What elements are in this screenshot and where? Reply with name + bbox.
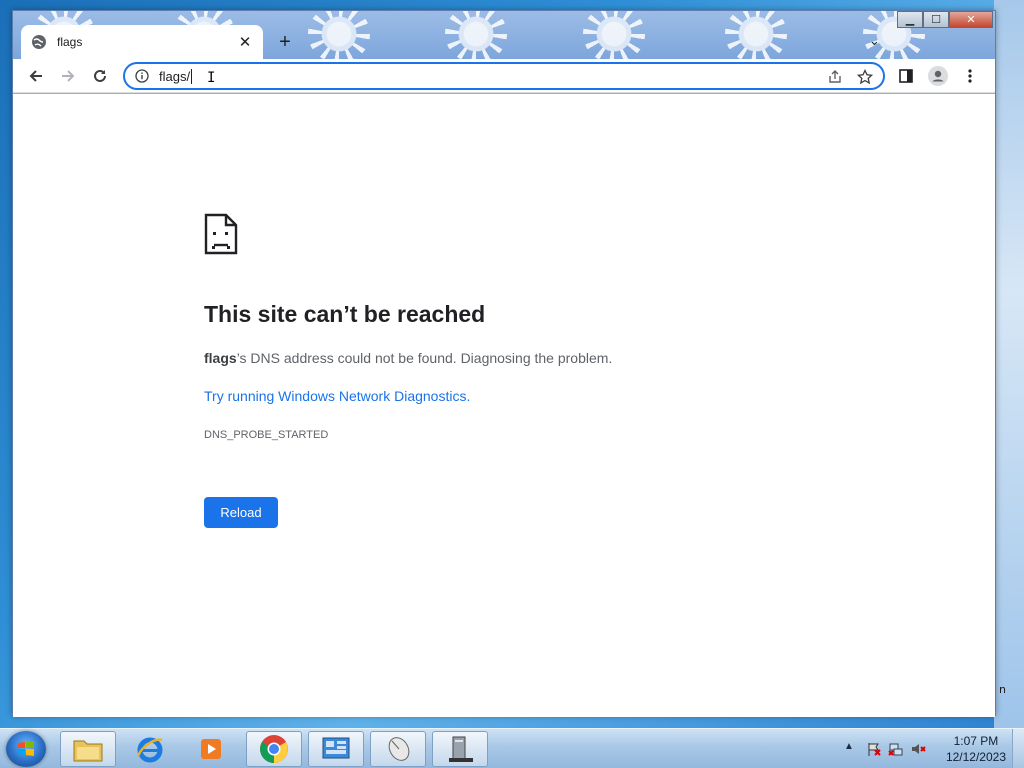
arrow-right-icon [62,70,75,82]
back-button[interactable] [25,65,47,87]
desktop-edge-text: n [999,683,1006,696]
volume-muted-icon[interactable] [910,741,926,757]
error-description-text: ’s DNS address could not be found. Diagn… [236,350,613,366]
reload-button[interactable] [89,65,111,87]
mouse-icon [388,737,410,761]
network-diagnostics-link[interactable]: Try running Windows Network Diagnostics. [204,388,470,404]
profile-avatar-icon [928,66,948,86]
chrome-icon [260,735,288,763]
taskbar-file-explorer[interactable] [60,731,116,767]
tab-flags[interactable]: flags ✕ [21,25,263,59]
window-controls: ▁ ☐ ✕ [897,11,993,29]
browser-window: ▁ ☐ ✕ flags ✕ + ⌄ flags/ I This site can… [12,10,996,717]
reload-page-button[interactable]: Reload [204,497,278,528]
tab-close-icon[interactable]: ✕ [237,33,253,51]
system-tray: ▲ 1:07 PM 12/12/2023 [844,729,1024,768]
ibeam-cursor-icon: I [207,70,216,86]
address-bar[interactable]: flags/ I [123,62,885,90]
new-tab-button[interactable]: + [275,32,295,52]
info-icon[interactable] [135,69,149,83]
tab-title: flags [57,35,83,49]
text-caret [191,68,193,84]
start-button[interactable] [6,731,46,767]
share-icon[interactable] [827,69,843,85]
clock[interactable]: 1:07 PM 12/12/2023 [946,733,1006,765]
desktop-background-edge [994,0,1024,728]
maximize-button[interactable]: ☐ [923,11,949,28]
taskbar: ▲ 1:07 PM 12/12/2023 [0,728,1024,768]
snowflake-decoration [445,11,507,59]
taskbar-chrome[interactable] [246,731,302,767]
sad-page-icon [204,213,238,255]
computer-tower-icon [449,736,473,762]
menu-button[interactable] [959,65,981,87]
snowflake-decoration [583,11,645,59]
network-disconnected-icon[interactable] [888,741,904,757]
profile-button[interactable] [927,65,949,87]
show-hidden-icons-icon[interactable]: ▲ [844,741,854,752]
page-content: This site can’t be reached flags’s DNS a… [13,94,995,717]
error-description: flags’s DNS address could not be found. … [204,350,612,366]
title-bar[interactable]: ▁ ☐ ✕ flags ✕ + ⌄ [13,11,995,59]
reload-icon [94,69,106,82]
snowflake-decoration [725,11,787,59]
close-window-button[interactable]: ✕ [949,11,993,28]
media-player-icon [201,739,221,759]
side-panel-icon [899,69,913,83]
error-host: flags [204,350,237,366]
side-panel-button[interactable] [895,65,917,87]
arrow-left-icon [29,70,42,82]
more-vert-icon [968,69,972,83]
globe-icon [32,35,46,49]
show-desktop-button[interactable] [1012,729,1024,768]
minimize-button[interactable]: ▁ [897,11,923,28]
taskbar-device-manager[interactable] [432,731,488,767]
folder-icon [73,740,103,762]
error-title: This site can’t be reached [204,301,486,327]
forward-button[interactable] [57,65,79,87]
browser-toolbar: flags/ I [13,59,995,93]
action-center-flag-icon[interactable] [866,741,882,757]
clock-date: 12/12/2023 [945,750,1006,764]
taskbar-mouse-settings[interactable] [370,731,426,767]
internet-explorer-icon [136,737,163,763]
tab-search-button[interactable]: ⌄ [869,33,880,49]
taskbar-media-player[interactable] [184,731,240,767]
control-panel-icon [322,737,350,759]
clock-time: 1:07 PM [953,734,999,748]
windows-logo-icon [18,741,34,756]
bookmark-star-icon[interactable] [857,69,873,85]
address-bar-text[interactable]: flags/ [159,69,190,84]
taskbar-internet-explorer[interactable] [122,731,178,767]
taskbar-control-panel[interactable] [308,731,364,767]
error-code: DNS_PROBE_STARTED [204,429,329,441]
snowflake-decoration [308,11,370,59]
